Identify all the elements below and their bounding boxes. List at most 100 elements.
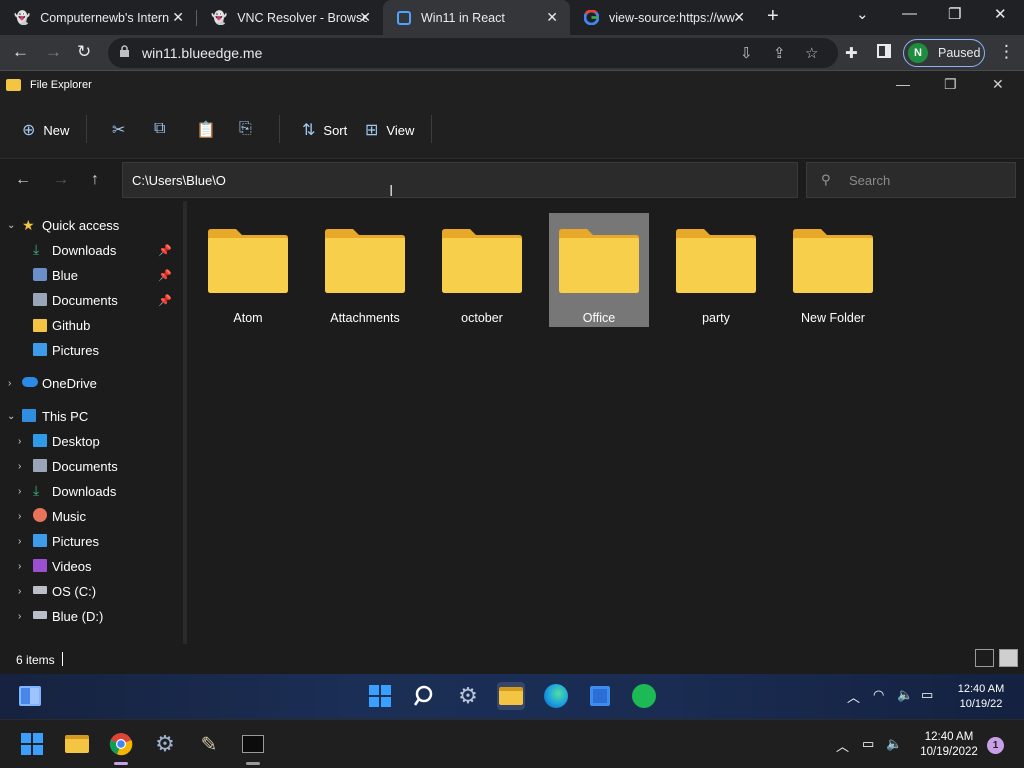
file-explorer-icon[interactable] <box>63 730 91 758</box>
settings-gear-icon[interactable]: ⚙ <box>454 682 482 710</box>
chevron-up-icon[interactable]: ︿ <box>836 736 849 755</box>
chevron-right-icon[interactable]: › <box>18 611 21 622</box>
pin-icon[interactable]: 📌 <box>158 269 172 282</box>
sidebar-item-github[interactable]: Github <box>0 313 183 337</box>
chevron-down-icon[interactable]: ⌄ <box>7 220 15 231</box>
tab-view-source[interactable]: view-source:https://ww ✕ <box>570 0 757 35</box>
maximize-icon[interactable]: ❐ <box>944 76 957 93</box>
tab-win11-react[interactable]: Win11 in React ✕ <box>383 0 570 35</box>
chevron-right-icon[interactable]: › <box>18 511 21 522</box>
paste-icon[interactable]: 📋 <box>196 120 216 140</box>
tab-search-chevron-icon[interactable]: ⌄ <box>856 5 869 23</box>
back-icon[interactable]: ← <box>15 171 31 189</box>
sidebar-item-desktop[interactable]: › Desktop <box>0 429 183 453</box>
new-button[interactable]: ⊕ New <box>22 120 69 140</box>
restore-icon[interactable]: ❐ <box>948 5 961 23</box>
tab-close-icon[interactable]: ✕ <box>733 9 745 26</box>
folder-item-new-folder[interactable]: New Folder <box>783 213 883 327</box>
copy-icon[interactable]: ⧉ <box>154 120 165 138</box>
chevron-right-icon[interactable]: › <box>8 378 11 389</box>
sidebar-item-drive-c[interactable]: › OS (C:) <box>0 579 183 603</box>
pin-icon[interactable]: 📌 <box>158 244 172 257</box>
folder-item-party[interactable]: party <box>666 213 766 327</box>
address-path-input[interactable]: C:\Users\Blue\O I <box>122 162 798 200</box>
tab-close-icon[interactable]: ✕ <box>546 9 558 26</box>
sidebar-item-onedrive[interactable]: › OneDrive <box>0 371 183 395</box>
chevron-right-icon[interactable]: › <box>18 486 21 497</box>
tab-close-icon[interactable]: ✕ <box>172 9 184 26</box>
host-clock[interactable]: 12:40 AM 10/19/2022 <box>914 730 984 760</box>
volume-icon[interactable]: 🔈 <box>886 736 902 752</box>
forward-icon[interactable]: → <box>53 171 69 189</box>
wifi-icon[interactable]: ◠ <box>873 687 884 703</box>
up-icon[interactable]: ↑ <box>91 171 99 189</box>
sidebar-item-documents[interactable]: Documents 📌 <box>0 288 183 312</box>
extensions-icon[interactable]: ✚ <box>845 44 858 62</box>
chevron-right-icon[interactable]: › <box>18 436 21 447</box>
sidebar-item-quick-access[interactable]: ⌄ ★ Quick access <box>0 213 183 237</box>
sort-button[interactable]: ⇅ Sort <box>302 120 347 140</box>
sidebar-item-pictures[interactable]: Pictures <box>0 338 183 362</box>
pin-icon[interactable]: 📌 <box>158 294 172 307</box>
sidebar-item-pc-pictures[interactable]: › Pictures <box>0 529 183 553</box>
view-button[interactable]: ⊞ View <box>365 120 414 140</box>
volume-icon[interactable]: 🔈 <box>897 687 913 703</box>
folder-item-october[interactable]: october <box>432 213 532 327</box>
vnc-tool-icon[interactable]: ✎ <box>195 730 223 758</box>
close-window-icon[interactable]: ✕ <box>994 5 1007 23</box>
sidebar-item-this-pc[interactable]: ⌄ This PC <box>0 404 183 428</box>
battery-icon[interactable]: ▭ <box>921 687 933 703</box>
cut-icon[interactable]: ✂ <box>112 120 125 140</box>
tab-computernewb[interactable]: 👻 Computernewb's Intern ✕ <box>0 0 196 35</box>
search-icon[interactable] <box>411 682 439 710</box>
side-panel-icon[interactable] <box>877 43 891 63</box>
start-icon[interactable] <box>366 682 394 710</box>
sidebar-item-videos[interactable]: › Videos <box>0 554 183 578</box>
address-bar[interactable]: win11.blueedge.me ⇩ ⇪ ☆ <box>108 38 838 68</box>
details-view-icon[interactable] <box>975 649 994 667</box>
share-icon[interactable]: ⇪ <box>773 44 786 62</box>
sidebar-item-pc-downloads[interactable]: › ⤓ Downloads <box>0 479 183 503</box>
close-icon[interactable]: ✕ <box>992 76 1004 93</box>
search-input[interactable]: ⚲ Search <box>806 162 1016 198</box>
settings-gear-icon[interactable]: ⚙ <box>151 730 179 758</box>
tiles-view-icon[interactable] <box>999 649 1018 667</box>
notification-badge[interactable]: 1 <box>987 737 1004 754</box>
start-icon[interactable] <box>18 730 46 758</box>
chevron-up-icon[interactable]: ︿ <box>847 687 860 706</box>
chevron-right-icon[interactable]: › <box>18 561 21 572</box>
profile-button[interactable]: N Paused <box>903 39 985 67</box>
minimize-icon[interactable]: — <box>902 5 917 22</box>
sidebar-item-drive-d[interactable]: › Blue (D:) <box>0 604 183 628</box>
minimize-icon[interactable]: — <box>896 76 910 92</box>
tab-vnc-resolver[interactable]: 👻 VNC Resolver - Browse ✕ <box>197 0 383 35</box>
rename-icon[interactable]: ⎘ <box>239 120 252 138</box>
new-tab-button[interactable]: + <box>767 5 779 28</box>
widgets-icon[interactable] <box>16 682 44 710</box>
file-explorer-icon[interactable] <box>497 682 525 710</box>
folder-item-office[interactable]: Office <box>549 213 649 327</box>
forward-icon[interactable]: → <box>45 42 62 62</box>
sidebar-item-downloads[interactable]: ⤓ Downloads 📌 <box>0 238 183 262</box>
chevron-right-icon[interactable]: › <box>18 536 21 547</box>
chevron-down-icon[interactable]: ⌄ <box>7 411 15 422</box>
install-app-icon[interactable]: ⇩ <box>740 44 753 62</box>
sidebar-item-music[interactable]: › Music <box>0 504 183 528</box>
sidebar-item-blue[interactable]: Blue 📌 <box>0 263 183 287</box>
emulated-clock[interactable]: 12:40 AM 10/19/22 <box>945 682 1017 712</box>
folder-item-atom[interactable]: Atom <box>198 213 298 327</box>
display-icon[interactable]: ▭ <box>862 736 874 752</box>
terminal-icon[interactable] <box>239 730 267 758</box>
back-icon[interactable]: ← <box>12 42 29 62</box>
edge-icon[interactable] <box>542 682 570 710</box>
folder-item-attachments[interactable]: Attachments <box>315 213 415 327</box>
chrome-menu-icon[interactable]: ⋮ <box>998 42 1015 62</box>
store-icon[interactable] <box>586 682 614 710</box>
chevron-right-icon[interactable]: › <box>18 586 21 597</box>
bookmark-star-icon[interactable]: ☆ <box>805 44 818 62</box>
spotify-icon[interactable] <box>630 682 658 710</box>
chrome-icon[interactable] <box>107 730 135 758</box>
sidebar-scrollbar[interactable] <box>183 201 187 644</box>
tab-close-icon[interactable]: ✕ <box>359 9 371 26</box>
chevron-right-icon[interactable]: › <box>18 461 21 472</box>
